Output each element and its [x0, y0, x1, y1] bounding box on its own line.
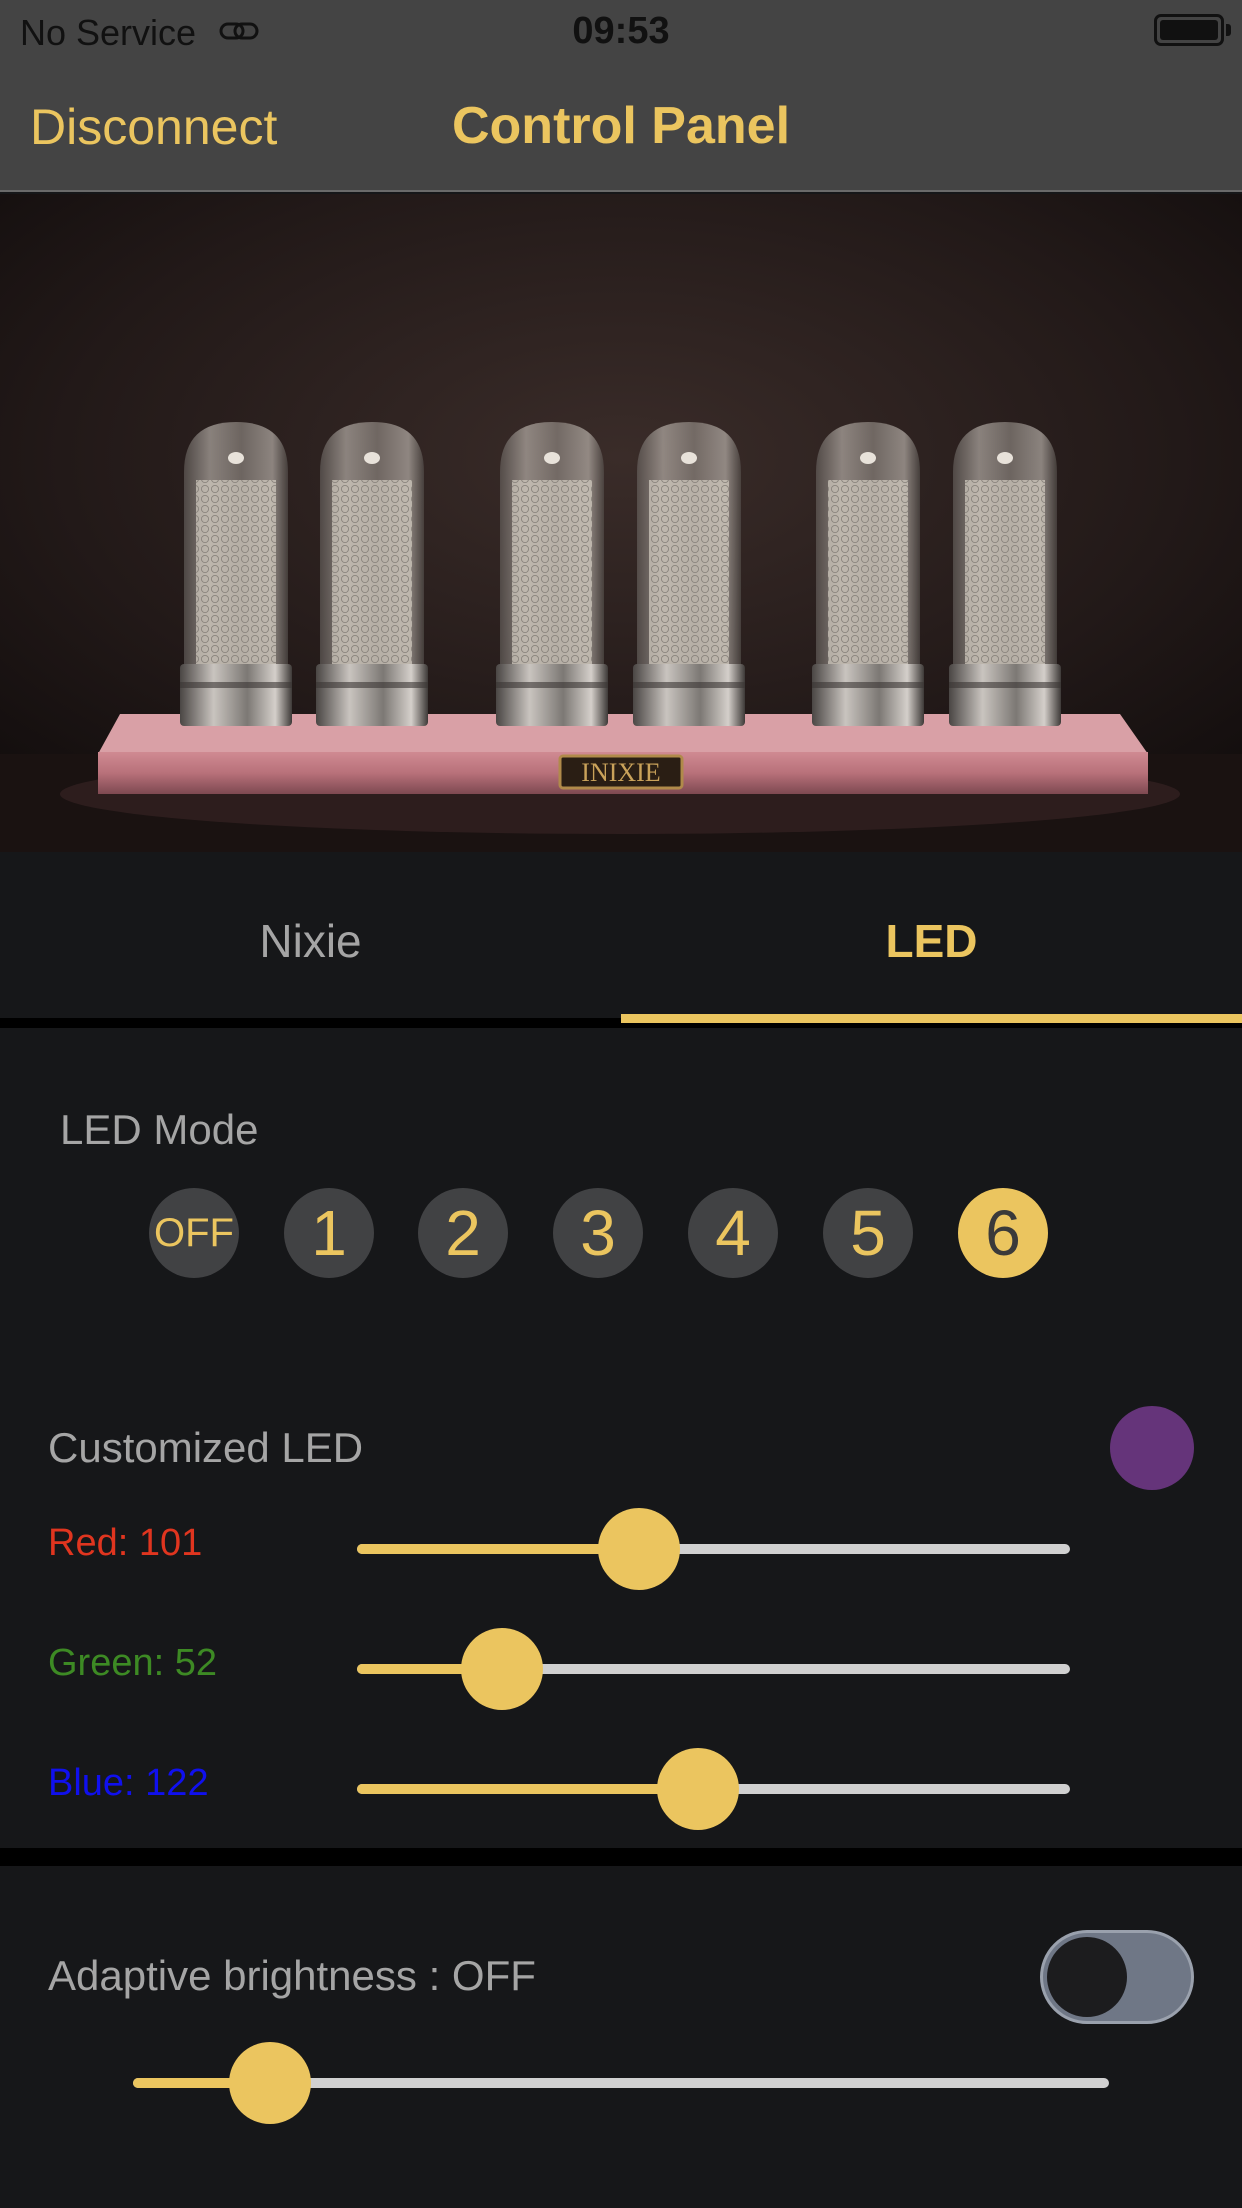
nixie-tube-6: [949, 422, 1061, 726]
brightness-slider-thumb[interactable]: [228, 2042, 311, 2124]
blue-slider[interactable]: [357, 1748, 1070, 1830]
tab-nixie[interactable]: Nixie: [0, 914, 621, 968]
top-bar: No Service 09:53 Disconnect Control Pane…: [0, 0, 1242, 192]
led-mode-off-button[interactable]: OFF: [149, 1188, 239, 1278]
green-value-label: Green: 52: [48, 1642, 217, 1684]
nixie-tube-3: [496, 422, 608, 726]
tab-led[interactable]: LED: [621, 914, 1242, 968]
led-mode-2-button[interactable]: 2: [418, 1188, 508, 1278]
clock: 09:53: [572, 10, 670, 52]
led-color-swatch: [1110, 1406, 1194, 1490]
tab-selected-indicator: [621, 1014, 1242, 1023]
green-slider-thumb[interactable]: [461, 1628, 544, 1710]
nixie-clock-photo: INIXIE: [0, 194, 1242, 852]
led-mode-selector: OFF 1 2 3 4 5 6: [0, 1188, 1242, 1278]
customized-led-title: Customized LED: [48, 1424, 364, 1471]
tab-bar: Nixie LED: [0, 860, 1242, 1028]
led-mode-5-button[interactable]: 5: [823, 1188, 913, 1278]
nixie-tube-5: [812, 422, 924, 726]
led-mode-1-button[interactable]: 1: [284, 1188, 374, 1278]
nixie-tube-1: [180, 422, 292, 726]
red-slider-fill: [357, 1544, 640, 1554]
led-mode-4-button[interactable]: 4: [688, 1188, 778, 1278]
battery-tip: [1226, 24, 1231, 36]
brand-plate: INIXIE: [581, 758, 660, 787]
adaptive-brightness-toggle[interactable]: [1040, 1930, 1194, 2024]
led-mode-6-button[interactable]: 6: [958, 1188, 1048, 1278]
blue-slider-thumb[interactable]: [657, 1748, 740, 1830]
section-divider: [0, 1848, 1242, 1866]
battery-icon: [1154, 14, 1224, 46]
blue-value-label: Blue: 122: [48, 1762, 209, 1804]
red-slider[interactable]: [357, 1508, 1070, 1590]
red-value-label: Red: 101: [48, 1522, 203, 1564]
led-mode-title: LED Mode: [60, 1106, 259, 1153]
brightness-slider[interactable]: [133, 2042, 1109, 2124]
blue-slider-fill: [357, 1784, 699, 1794]
nixie-tube-2: [316, 422, 428, 726]
led-mode-3-button[interactable]: 3: [553, 1188, 643, 1278]
page-title: Control Panel: [451, 97, 791, 155]
toggle-knob: [1047, 1937, 1127, 2017]
nixie-tube-4: [633, 422, 745, 726]
status-bar: No Service 09:53: [0, 0, 1242, 62]
adaptive-brightness-label: Adaptive brightness : OFF: [48, 1952, 536, 1999]
green-slider[interactable]: [357, 1628, 1070, 1710]
red-slider-thumb[interactable]: [598, 1508, 681, 1590]
